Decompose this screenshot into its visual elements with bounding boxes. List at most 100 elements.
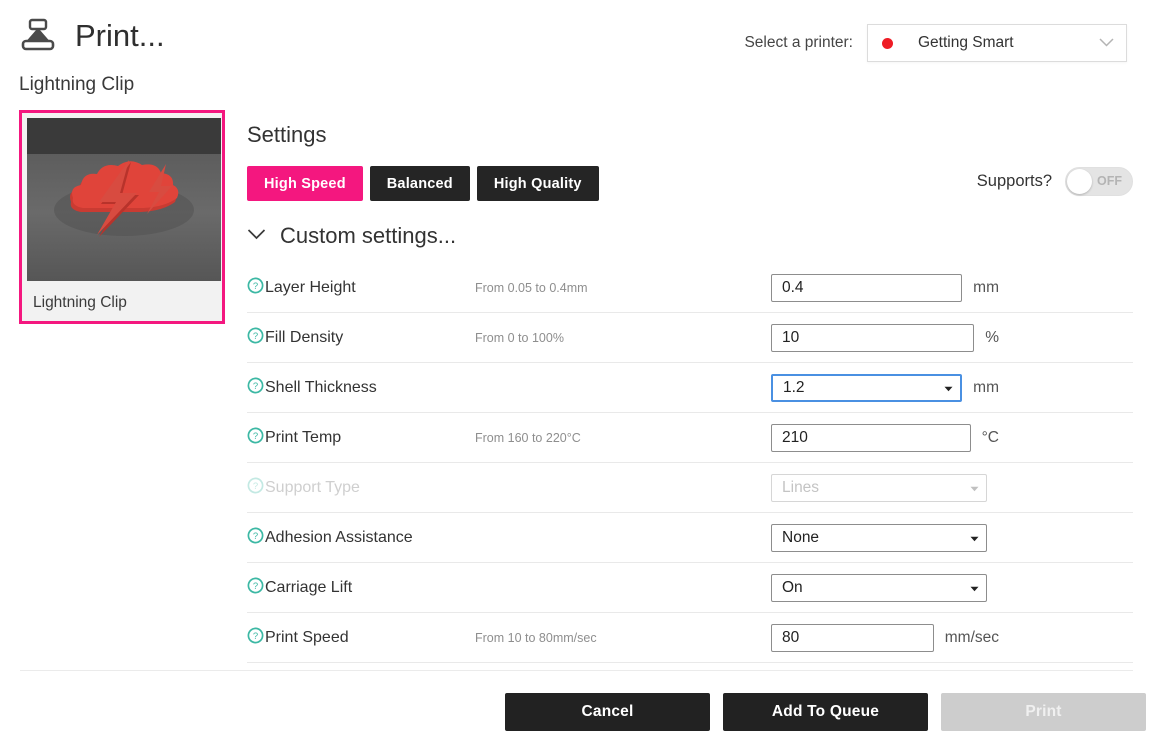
svg-text:?: ? (253, 381, 258, 392)
settings-table: ? Layer Height From 0.05 to 0.4mm 0.4 mm? Fil… (247, 263, 1133, 663)
question-circle-icon[interactable]: ? (247, 577, 264, 599)
settings-row-hint: From 0 to 100% (475, 330, 564, 345)
settings-select[interactable]: 1.2 (771, 373, 963, 402)
chevron-down-icon (247, 227, 266, 245)
settings-field-value: On (782, 578, 803, 596)
settings-row-label-cell: ? Carriage Lift (247, 577, 475, 599)
cancel-button[interactable]: Cancel (505, 693, 710, 731)
model-name-subtitle: Lightning Clip (19, 74, 135, 95)
svg-text:?: ? (253, 531, 258, 542)
header-title-row: Print... (18, 14, 165, 56)
print-dialog: Print... Lightning Clip Select a printer… (0, 0, 1169, 748)
svg-text:?: ? (253, 481, 258, 492)
question-circle-icon[interactable]: ? (247, 627, 264, 649)
settings-row-label: Layer Height (265, 278, 356, 296)
settings-row: ? Support Type Lines (247, 463, 1133, 513)
settings-row-label: Print Speed (265, 628, 349, 646)
settings-row-label: Adhesion Assistance (265, 528, 413, 546)
settings-select[interactable]: On (771, 573, 987, 602)
add-to-queue-button[interactable]: Add To Queue (723, 693, 928, 731)
svg-text:?: ? (253, 331, 258, 342)
settings-unit-label: mm (973, 278, 999, 296)
settings-row-label-cell: ? Print Speed (247, 627, 475, 649)
quality-preset-group: High Speed Balanced High Quality (247, 166, 1133, 201)
preset-high-quality-button[interactable]: High Quality (476, 166, 599, 201)
caret-down-icon (944, 379, 953, 397)
settings-row: ? Carriage Lift On (247, 563, 1133, 613)
caret-down-icon (970, 529, 979, 547)
settings-row: ? Print Temp From 160 to 220°C 210 °C (247, 413, 1133, 463)
settings-row-label-cell: ? Fill Density (247, 327, 475, 349)
svg-text:?: ? (253, 631, 258, 642)
custom-settings-toggle[interactable]: Custom settings... (247, 223, 1133, 249)
settings-field-value: Lines (782, 478, 820, 496)
settings-row-label-cell: ? Layer Height (247, 277, 475, 299)
settings-heading: Settings (247, 122, 327, 147)
settings-input[interactable]: 80 (771, 623, 934, 652)
settings-row: ? Adhesion Assistance None (247, 513, 1133, 563)
settings-row-field-cell: 0.4 mm (771, 273, 999, 302)
settings-select[interactable]: None (771, 523, 987, 552)
settings-input[interactable]: 0.4 (771, 273, 963, 302)
settings-field-value: 80 (782, 628, 800, 646)
printer-selector-group: Select a printer: Getting Smart (744, 24, 1127, 62)
settings-row-field-cell: On (771, 573, 999, 602)
settings-row: ? Shell Thickness 1.2 mm (247, 363, 1133, 413)
preset-balanced-button[interactable]: Balanced (369, 166, 470, 201)
model-thumbnail-card[interactable]: Lightning Clip (19, 110, 225, 324)
settings-row-hint: From 10 to 80mm/sec (475, 630, 597, 645)
model-preview-image (27, 118, 221, 281)
settings-row-label: Fill Density (265, 328, 344, 346)
settings-row-field-cell: 1.2 mm (771, 373, 999, 402)
print-button: Print (941, 693, 1146, 731)
settings-unit-label: mm/sec (944, 628, 999, 646)
settings-row-field-cell: Lines (771, 473, 999, 502)
page-title: Print... (75, 17, 165, 53)
settings-row-label-cell: ? Support Type (247, 477, 475, 499)
caret-down-icon (970, 579, 979, 597)
settings-unit-label: mm (973, 378, 999, 396)
settings-row-label-cell: ? Adhesion Assistance (247, 527, 475, 549)
printer-extruder-icon (18, 14, 58, 56)
question-circle-icon[interactable]: ? (247, 477, 264, 499)
settings-field-value: 210 (782, 428, 808, 446)
svg-text:?: ? (253, 431, 258, 442)
model-thumbnail-caption: Lightning Clip (33, 293, 127, 311)
svg-text:?: ? (253, 581, 258, 592)
settings-unit-label: % (985, 328, 999, 346)
chevron-down-icon (1099, 34, 1114, 52)
settings-field-value: 1.2 (783, 378, 805, 396)
question-circle-icon[interactable]: ? (247, 327, 264, 349)
settings-row-label: Shell Thickness (265, 378, 377, 396)
question-circle-icon[interactable]: ? (247, 377, 264, 399)
settings-row-label: Print Temp (265, 428, 342, 446)
settings-panel: Settings High Speed Balanced High Qualit… (247, 122, 1133, 663)
question-circle-icon[interactable]: ? (247, 427, 264, 449)
settings-row-field-cell: None (771, 523, 999, 552)
caret-down-icon (970, 479, 979, 497)
printer-name-label: Getting Smart (918, 34, 1014, 51)
printer-select-dropdown[interactable]: Getting Smart (867, 24, 1127, 62)
footer-actions: Cancel Add To Queue Print (505, 693, 1146, 731)
settings-field-value: 0.4 (782, 278, 804, 296)
question-circle-icon[interactable]: ? (247, 277, 264, 299)
preset-high-speed-button[interactable]: High Speed (247, 166, 363, 201)
settings-row-label-cell: ? Print Temp (247, 427, 475, 449)
settings-input[interactable]: 210 (771, 423, 971, 452)
question-circle-icon[interactable]: ? (247, 527, 264, 549)
settings-row-hint: From 160 to 220°C (475, 430, 581, 445)
settings-select: Lines (771, 473, 987, 502)
settings-row-field-cell: 210 °C (771, 423, 999, 452)
settings-row-label: Support Type (265, 478, 360, 496)
settings-row-hint: From 0.05 to 0.4mm (475, 280, 588, 295)
settings-input[interactable]: 10 (771, 323, 975, 352)
settings-field-value: None (782, 528, 820, 546)
printer-status-dot-icon (882, 37, 893, 49)
settings-row-label: Carriage Lift (265, 578, 353, 596)
settings-row: ? Print Speed From 10 to 80mm/sec 80 mm/sec (247, 613, 1133, 663)
settings-field-value: 10 (782, 328, 800, 346)
footer-divider (20, 670, 1133, 671)
settings-unit-label: °C (981, 428, 999, 446)
settings-row: ? Fill Density From 0 to 100% 10% (247, 313, 1133, 363)
custom-settings-label: Custom settings... (280, 223, 457, 248)
